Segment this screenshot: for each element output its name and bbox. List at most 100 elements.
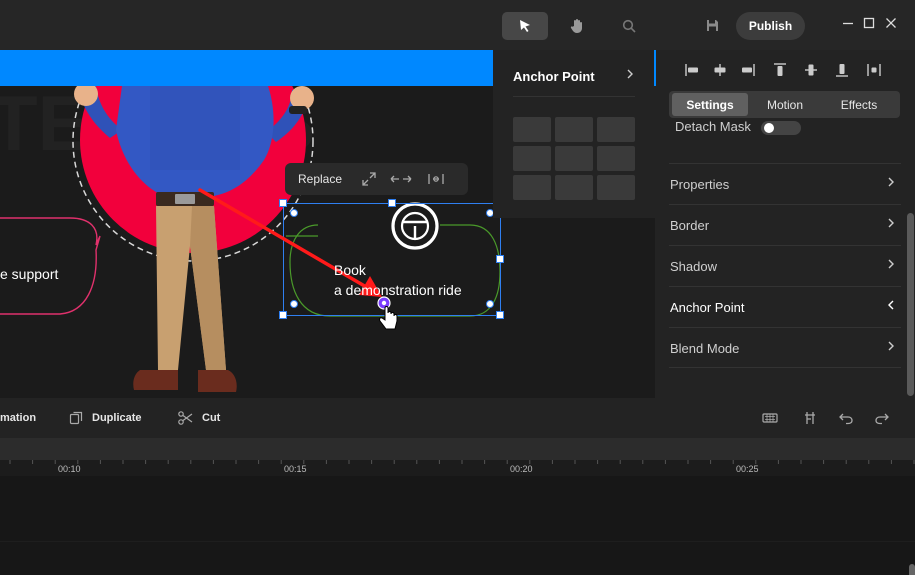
timeline-scrollbar[interactable] [909,564,915,575]
section-shadow[interactable]: Shadow [669,245,901,286]
top-bar: Publish [0,0,915,50]
editor-app: Publish TEMCES [0,0,915,575]
tick-label: 00:10 [58,464,81,474]
section-blend-mode[interactable]: Blend Mode [669,327,901,368]
close-icon [886,18,896,28]
publish-button[interactable]: Publish [736,12,805,40]
track-divider [0,541,915,542]
book-button-text[interactable]: Book a demonstration ride [334,260,462,300]
chevron-right-icon [888,218,894,228]
section-label: Anchor Point [670,300,745,315]
panel-scrollbar[interactable] [907,213,914,396]
anchor-cell-bottom-center[interactable] [555,175,593,200]
hand-pointer-icon [379,306,398,330]
ruler-ticks [9,460,915,464]
speech-bubble-text: e support [0,266,59,282]
align-bottom-icon[interactable] [834,62,850,78]
zoom-tool-button[interactable] [606,12,652,40]
chevron-right-icon [888,259,894,269]
section-label: Border [670,218,710,233]
section-label: Shadow [670,259,717,274]
anchor-cell-top-right[interactable] [597,117,635,142]
detach-mask-toggle[interactable] [761,121,801,135]
panel-scroll-mask [655,118,907,121]
duplicate-label: Duplicate [92,412,142,424]
tab-motion[interactable]: Motion [751,93,819,116]
align-right-icon[interactable] [740,62,756,78]
toggle-knob [764,123,774,133]
select-tool-button[interactable] [502,12,548,40]
tab-settings[interactable]: Settings [672,93,748,116]
tab-effects[interactable]: Effects [821,93,897,116]
chevron-left-icon [888,300,894,310]
expand-button[interactable] [362,172,376,186]
anchor-popover-title: Anchor Point [513,69,595,84]
redo-icon[interactable] [874,410,890,426]
fit-width-button[interactable] [428,173,444,185]
chevron-right-icon [888,177,894,187]
scissors-icon [178,411,193,425]
timeline-header [0,438,915,460]
align-middle-v-icon[interactable] [803,62,819,78]
timeline-track[interactable] [0,476,915,575]
save-button[interactable] [705,18,719,32]
anchor-popover-divider [513,96,635,97]
save-icon [706,19,718,31]
minimize-icon [843,22,853,25]
minimize-button[interactable] [841,16,855,30]
steering-wheel-icon [391,202,439,250]
duplicate-button[interactable]: Duplicate [69,398,142,438]
duplicate-icon [69,411,83,425]
detach-mask-label: Detach Mask [675,119,751,134]
cut-button[interactable]: Cut [178,398,220,438]
anchor-cell-middle-right[interactable] [597,146,635,171]
keyboard-icon[interactable] [762,410,778,426]
hand-icon [570,19,582,33]
section-anchor-point[interactable]: Anchor Point [669,286,901,327]
anchor-point-grid [513,117,635,200]
anchor-cell-middle-left[interactable] [513,146,551,171]
hand-tool-button[interactable] [554,12,600,40]
chevron-right-icon [888,341,894,351]
maximize-button[interactable] [862,16,876,30]
panel-tabs: Settings Motion Effects [669,91,900,118]
selection-box[interactable] [279,199,504,319]
tick-label: 00:20 [510,464,533,474]
timeline-ruler[interactable] [0,460,915,476]
animation-label: mation [0,412,37,424]
align-left-icon[interactable] [684,62,700,78]
section-border[interactable]: Border [669,204,901,245]
fit-width-icon [428,174,444,184]
search-icon [622,19,636,33]
anchor-cell-bottom-right[interactable] [597,175,635,200]
tick-label: 00:25 [736,464,759,474]
close-button[interactable] [884,16,898,30]
book-button-line2: a demonstration ride [334,282,462,298]
align-top-icon[interactable] [772,62,788,78]
section-label: Blend Mode [670,341,740,356]
section-label: Properties [670,177,730,192]
context-toolbar: Replace [285,163,468,195]
anchor-cell-top-left[interactable] [513,117,551,142]
replace-button[interactable]: Replace [298,172,342,186]
expand-icon [362,172,376,186]
chevron-right-icon[interactable] [626,69,634,79]
anchor-cell-center[interactable] [555,146,593,171]
tick-label: 00:15 [284,464,307,474]
swap-horizontal-button[interactable] [390,173,412,185]
maximize-icon [863,17,875,29]
anchor-cell-bottom-left[interactable] [513,175,551,200]
swap-horizontal-icon [390,175,412,183]
animation-button[interactable]: mation [0,398,36,438]
cut-label: Cut [202,412,221,424]
bottom-toolbar: mation Duplicate Cut [0,398,915,438]
section-properties[interactable]: Properties [669,163,901,204]
split-icon[interactable] [802,410,818,426]
blue-banner [0,50,493,86]
align-toolbar [655,56,915,84]
align-center-h-icon[interactable] [712,62,728,78]
anchor-cell-top-center[interactable] [555,117,593,142]
undo-icon[interactable] [838,410,854,426]
book-button-line1: Book [334,262,366,278]
distribute-icon[interactable] [866,62,882,78]
